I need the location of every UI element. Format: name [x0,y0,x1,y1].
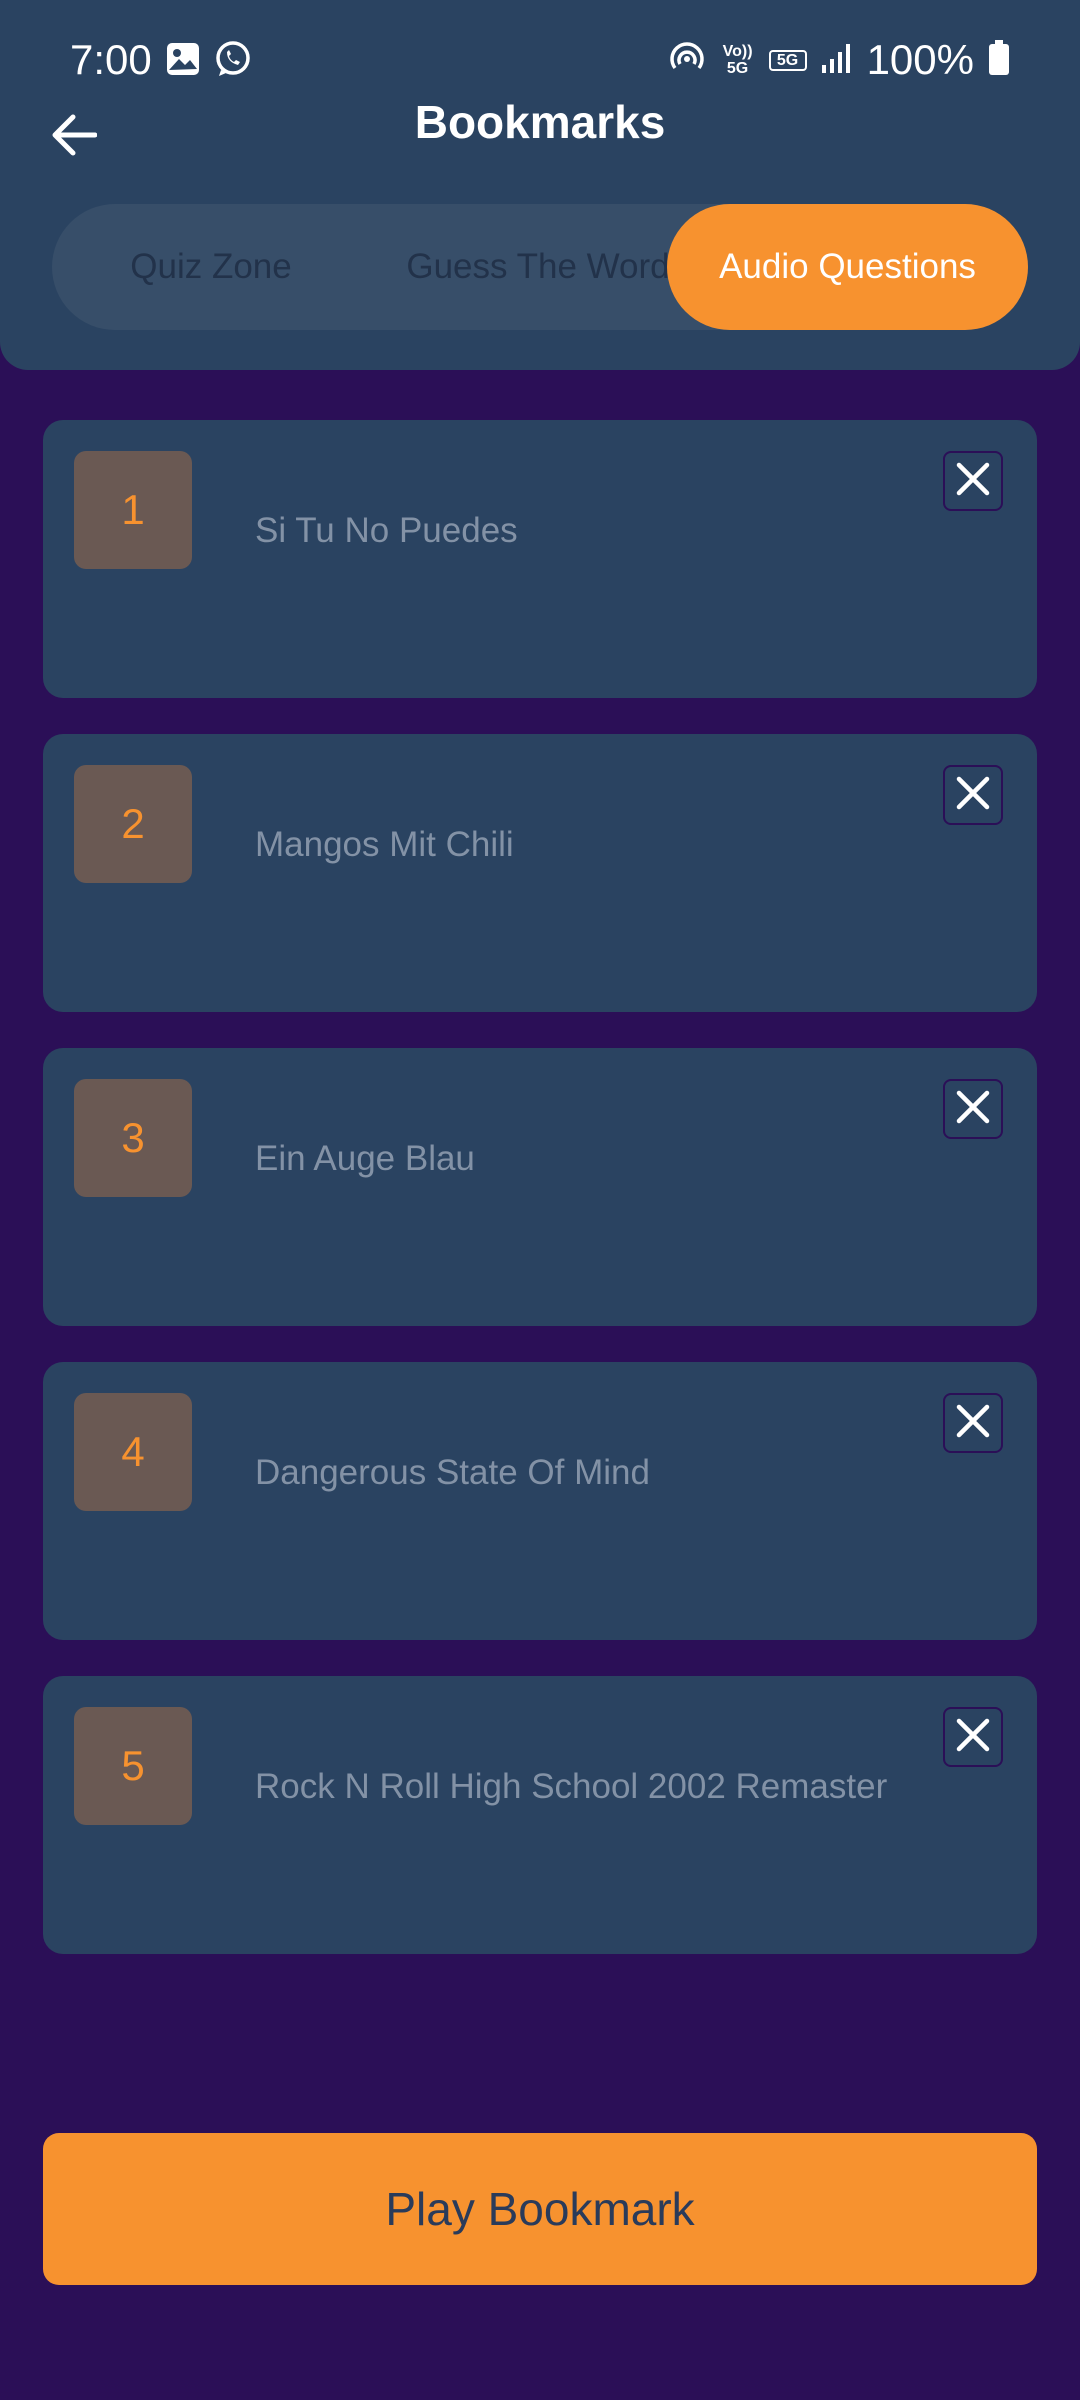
battery-percent: 100% [866,36,974,83]
close-icon [955,461,991,502]
bookmark-title: Si Tu No Puedes [255,511,518,550]
bookmark-card[interactable]: 3 Ein Auge Blau [43,1048,1037,1326]
status-time: 7:00 [70,36,152,83]
bookmark-card[interactable]: 5 Rock N Roll High School 2002 Remaster [43,1676,1037,1954]
hotspot-icon [667,38,707,83]
signal-icon [821,41,853,80]
remove-bookmark-button[interactable] [943,1707,1003,1767]
volte-label: Vo)) 5G [722,43,753,77]
remove-bookmark-button[interactable] [943,1079,1003,1139]
close-icon [955,1089,991,1130]
page-title: Bookmarks [414,96,666,148]
bookmark-title: Dangerous State Of Mind [255,1453,650,1492]
tab-quiz-zone[interactable]: Quiz Zone [86,204,336,330]
bookmark-title: Ein Auge Blau [255,1139,475,1178]
bookmark-number: 4 [74,1393,192,1511]
play-bookmark-button[interactable]: Play Bookmark [43,2133,1037,2285]
bookmark-number: 2 [74,765,192,883]
close-icon [955,1717,991,1758]
app-header: 7:00 Vo)) 5G 5G 100% Bookmarks Quiz Zone… [0,0,1080,370]
notification-icons [166,40,252,83]
category-tabs: Quiz Zone Guess The Word Audio Questions [52,204,1028,330]
close-icon [955,775,991,816]
bookmark-title: Rock N Roll High School 2002 Remaster [255,1767,888,1806]
bookmark-card[interactable]: 2 Mangos Mit Chili [43,734,1037,1012]
bookmark-title: Mangos Mit Chili [255,825,514,864]
image-icon [166,42,200,81]
bookmark-card[interactable]: 4 Dangerous State Of Mind [43,1362,1037,1640]
battery-icon [988,39,1010,81]
whatsapp-icon [214,40,252,83]
bookmark-number: 1 [74,451,192,569]
bookmark-number: 5 [74,1707,192,1825]
system-icons: Vo)) 5G 5G 100% [667,32,1010,88]
bookmark-card[interactable]: 1 Si Tu No Puedes [43,420,1037,698]
remove-bookmark-button[interactable] [943,451,1003,511]
tab-audio-questions[interactable]: Audio Questions [667,204,1028,330]
network-label: 5G [768,49,807,71]
remove-bookmark-button[interactable] [943,765,1003,825]
remove-bookmark-button[interactable] [943,1393,1003,1453]
close-icon [955,1403,991,1444]
bookmark-number: 3 [74,1079,192,1197]
